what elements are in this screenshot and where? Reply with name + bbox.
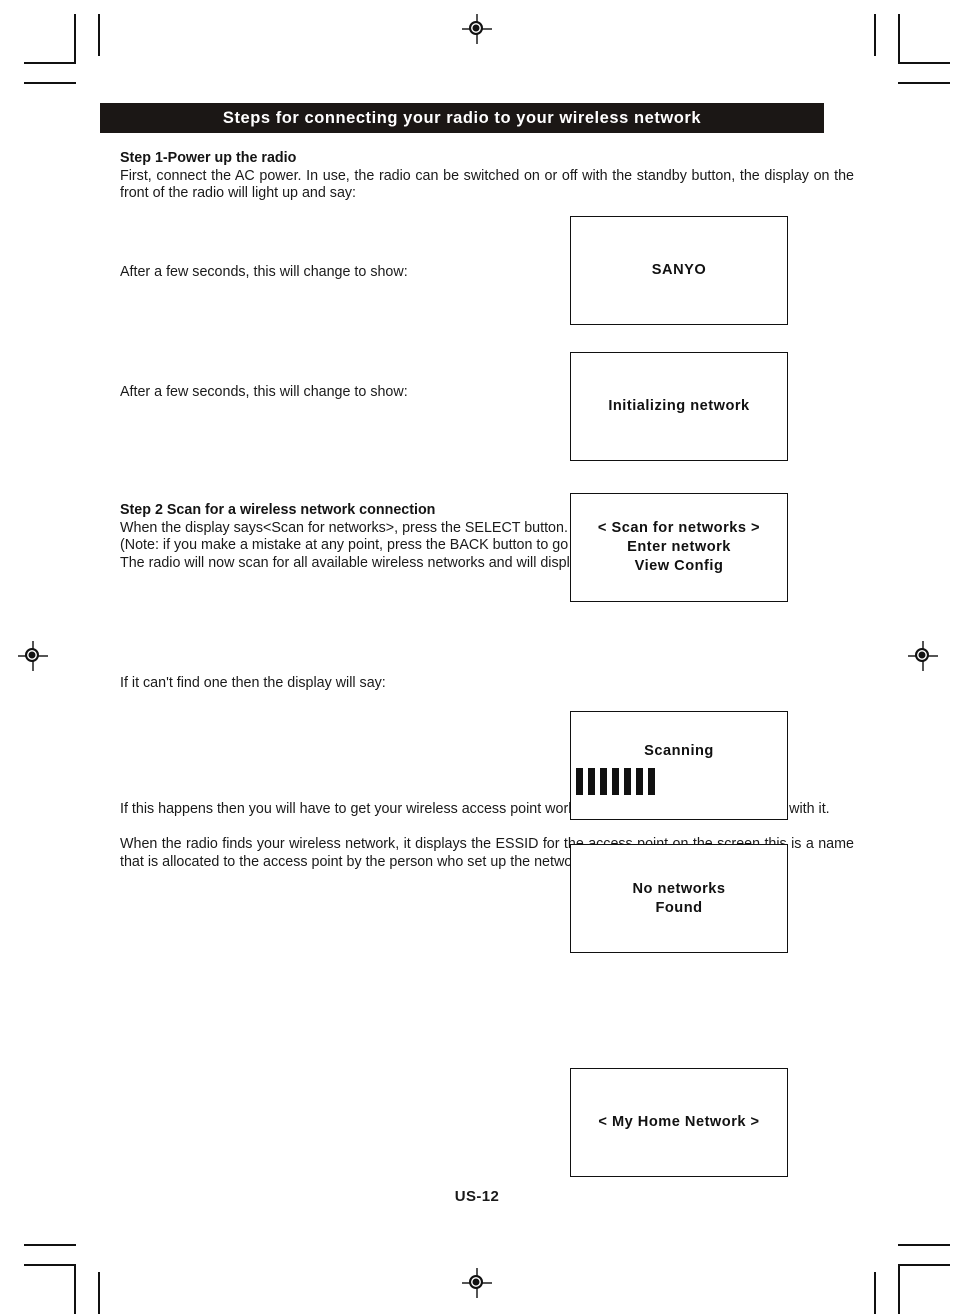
progress-bar-segment [648,768,655,795]
section-banner-title: Steps for connecting your radio to your … [222,108,702,127]
display-line: SANYO [651,262,707,278]
progress-bar-segment [636,768,643,795]
manual-page: Steps for connecting your radio to your … [0,0,954,1312]
display-line-view-config: View Config [634,558,724,574]
cant-find-text: If it can't find one then the display wi… [120,675,386,692]
display-line: < My Home Network > [598,1114,760,1130]
page-number: US-12 [454,1188,500,1205]
progress-bar-segment [624,768,631,795]
step-1-body: First, connect the AC power. In use, the… [120,167,854,202]
page-footer: US-12 [0,1188,954,1205]
display-scanning-screen: Scanning [570,711,788,820]
display-menu-screen: < Scan for networks > Enter network View… [570,493,788,602]
display-brand-screen: SANYO [570,216,788,325]
progress-bar-segment [576,768,583,795]
display-line: Scanning [644,743,714,759]
display-line-enter-network: Enter network [627,539,731,555]
step-1-heading: Step 1-Power up the radio [120,150,297,166]
display-essid-example-screen: < My Home Network > [570,1068,788,1177]
display-line-no-networks: No networks [632,880,726,897]
progress-bar-segment [600,768,607,795]
display-line-scan-for-networks: < Scan for networks > [597,520,761,536]
scanning-progress-bars [571,768,787,795]
step-1-block: Step 1-Power up the radio First, connect… [120,150,854,203]
display-initializing-screen: Initializing network [570,352,788,461]
progress-bar-segment [588,768,595,795]
display-line: Initializing network [608,398,750,414]
display-line-found: Found [655,899,703,916]
progress-bar-segment [612,768,619,795]
display-no-networks-screen: No networks Found [570,844,788,953]
section-banner: Steps for connecting your radio to your … [100,103,824,133]
